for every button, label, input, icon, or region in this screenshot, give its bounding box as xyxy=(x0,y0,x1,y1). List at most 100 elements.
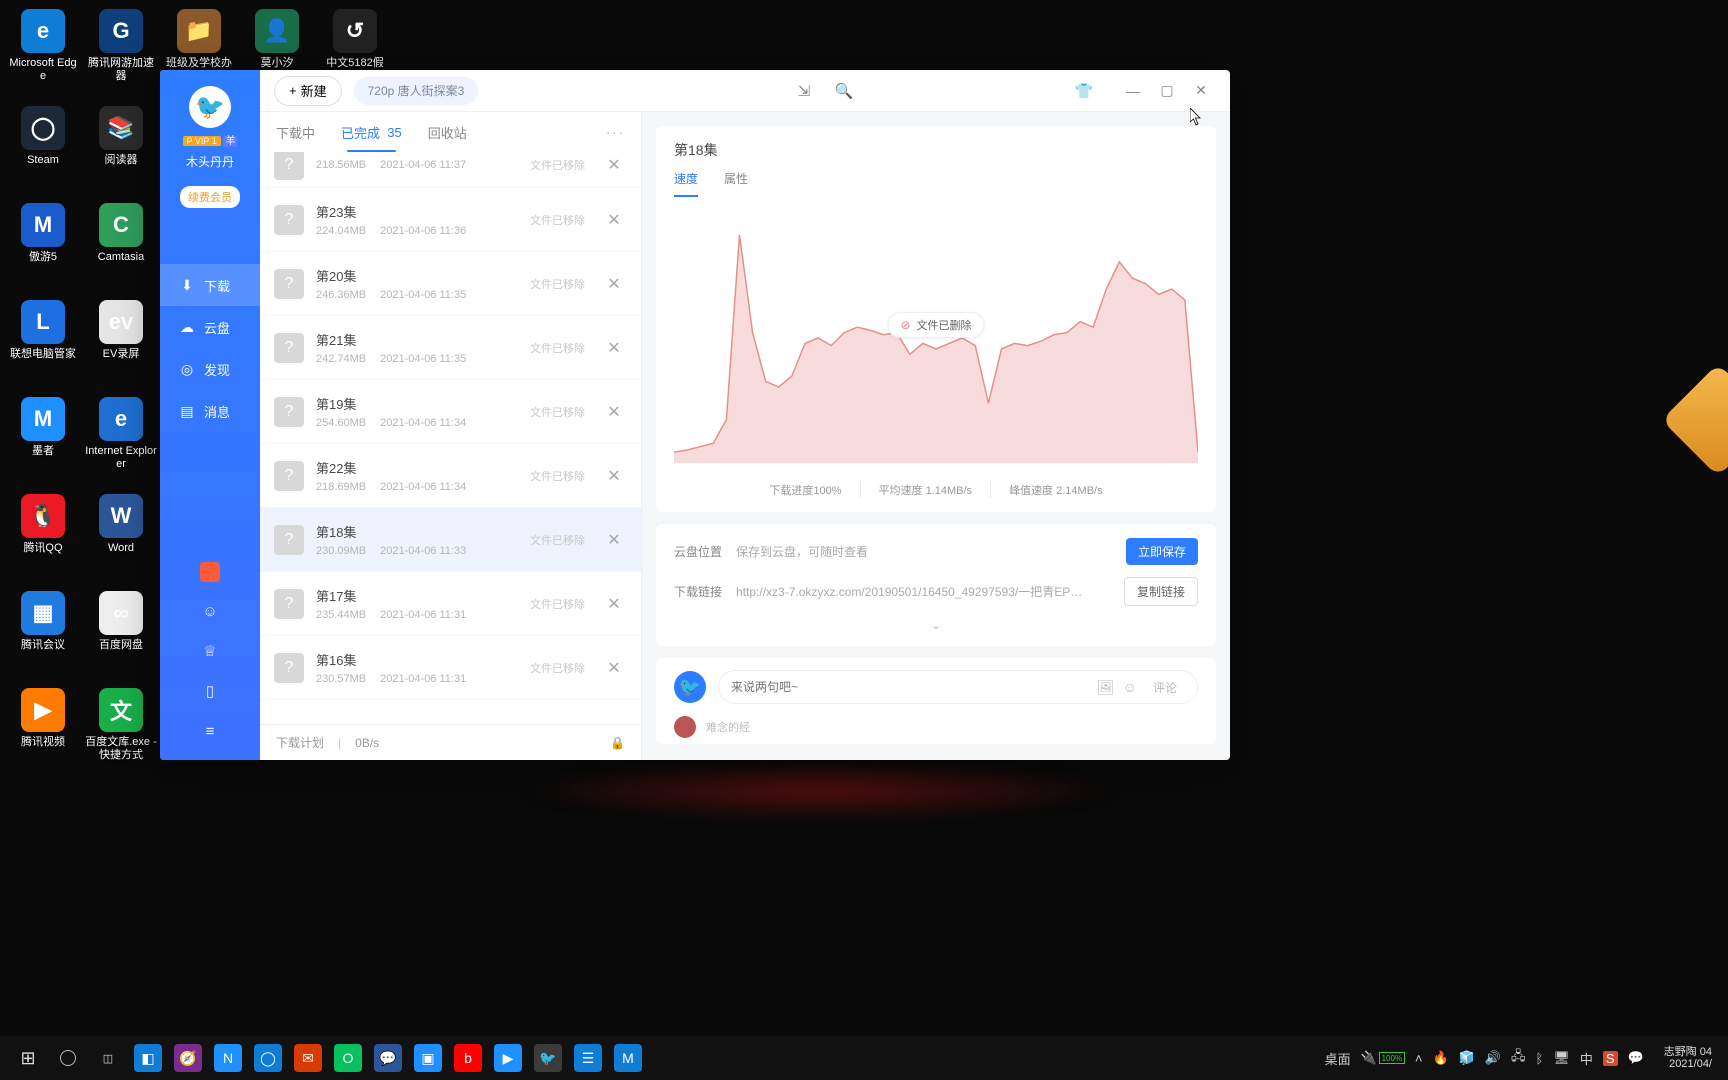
tray-volume-icon[interactable]: 🔊 xyxy=(1485,1050,1501,1066)
download-row[interactable]: ? 第16集 230.57MB2021-04-06 11:31 文件已移除 ✕ xyxy=(260,636,641,700)
search-icon[interactable]: 🔍 xyxy=(830,77,858,105)
desktop-icon[interactable]: evEV录屏 xyxy=(83,296,159,391)
taskbar-clock[interactable]: 志野陶 04 2021/04/ xyxy=(1664,1046,1712,1070)
download-row[interactable]: ? 第23集 224.04MB2021-04-06 11:36 文件已移除 ✕ xyxy=(260,188,641,252)
image-icon[interactable]: 🖼 xyxy=(1097,679,1115,696)
row-delete-icon[interactable]: ✕ xyxy=(603,529,625,551)
taskbar-app[interactable]: N xyxy=(208,1038,248,1078)
search-pill[interactable]: 720p 唐人街探案3 xyxy=(354,77,479,105)
download-row[interactable]: ? 第22集 218.69MB2021-04-06 11:34 文件已移除 ✕ xyxy=(260,444,641,508)
nav-item[interactable]: ◎发现 xyxy=(160,348,260,390)
taskbar-app[interactable]: b xyxy=(448,1038,488,1078)
row-delete-icon[interactable]: ✕ xyxy=(603,337,625,359)
download-row[interactable]: ? 218.56MB2021-04-06 11:37 文件已移除 ✕ xyxy=(260,152,641,188)
taskbar-app[interactable]: 💬 xyxy=(368,1038,408,1078)
desktop-icon[interactable]: eInternet Explorer xyxy=(83,393,159,488)
save-cloud-button[interactable]: 立即保存 xyxy=(1126,538,1198,565)
tray-app2-icon[interactable]: 🧊 xyxy=(1459,1050,1475,1066)
start-button[interactable]: ⊞ xyxy=(8,1038,48,1078)
taskbar-app[interactable]: O xyxy=(328,1038,368,1078)
taskbar-app[interactable]: M xyxy=(608,1038,648,1078)
row-delete-icon[interactable]: ✕ xyxy=(603,465,625,487)
tray-bluetooth-icon[interactable]: ᛒ xyxy=(1536,1051,1544,1066)
desktop-icon[interactable]: 📚阅读器 xyxy=(83,102,159,197)
row-delete-icon[interactable]: ✕ xyxy=(603,593,625,615)
minimize-button[interactable]: ― xyxy=(1118,76,1148,106)
desktop-icon[interactable]: M墨者 xyxy=(5,393,81,488)
taskbar-app[interactable]: ☰ xyxy=(568,1038,608,1078)
nav-item[interactable]: ☁云盘 xyxy=(160,306,260,348)
detail-tab-props[interactable]: 属性 xyxy=(724,170,748,197)
desktop-icon[interactable]: L联想电脑管家 xyxy=(5,296,81,391)
row-delete-icon[interactable]: ✕ xyxy=(603,273,625,295)
tray-chevron-icon[interactable]: ˄ xyxy=(1415,1051,1423,1066)
tray-network-icon[interactable]: 🖧 xyxy=(1511,1047,1526,1069)
taskbar-app[interactable]: ◧ xyxy=(128,1038,168,1078)
desktop-icon[interactable]: M傲游5 xyxy=(5,199,81,294)
tray-notifications-icon[interactable]: 💬 xyxy=(1628,1050,1644,1066)
taskbar-app[interactable]: ◯ xyxy=(248,1038,288,1078)
download-list[interactable]: ? 218.56MB2021-04-06 11:37 文件已移除 ✕ ? 第23… xyxy=(260,152,641,724)
desktop[interactable]: eMicrosoft EdgeG腾讯网游加速器📁班级及学校办👤莫小汐↺中文518… xyxy=(0,0,1728,1080)
comment-button[interactable]: 评论 xyxy=(1145,679,1185,696)
desktop-icon[interactable]: ∞百度网盘 xyxy=(83,587,159,682)
tab-recycle[interactable]: 回收站 xyxy=(428,112,467,152)
row-delete-icon[interactable]: ✕ xyxy=(603,154,625,176)
download-row[interactable]: ? 第17集 235.44MB2021-04-06 11:31 文件已移除 ✕ xyxy=(260,572,641,636)
row-delete-icon[interactable]: ✕ xyxy=(603,401,625,423)
comment-input[interactable] xyxy=(731,680,1089,694)
desktop-icon[interactable]: ▦腾讯会议 xyxy=(5,587,81,682)
close-button[interactable]: ✕ xyxy=(1186,76,1216,106)
download-row[interactable]: ? 第18集 230.09MB2021-04-06 11:33 文件已移除 ✕ xyxy=(260,508,641,572)
emoji-icon[interactable]: ☺ xyxy=(1123,679,1137,695)
comment-input-wrap[interactable]: 🖼 ☺ 评论 xyxy=(718,670,1198,704)
link-value[interactable]: http://xz3-7.okzyxz.com/20190501/16450_4… xyxy=(736,583,1110,600)
tray-battery[interactable]: 🔌100% xyxy=(1361,1050,1405,1066)
plan-label[interactable]: 下载计划 xyxy=(276,734,324,751)
renew-button[interactable]: 续费会员 xyxy=(180,186,240,208)
tray-ime[interactable]: 中 xyxy=(1580,1049,1593,1068)
tab-downloading[interactable]: 下载中 xyxy=(276,112,315,152)
skin-icon[interactable]: 👕 xyxy=(1070,77,1098,105)
taskbar-app[interactable]: ✉ xyxy=(288,1038,328,1078)
desktop-icon[interactable]: eMicrosoft Edge xyxy=(5,5,81,100)
new-button[interactable]: +新建 xyxy=(274,76,342,106)
taskbar-app[interactable]: 🧭 xyxy=(168,1038,208,1078)
sidebar-crown-icon[interactable]: ♕ xyxy=(199,640,221,662)
download-row[interactable]: ? 第20集 246.36MB2021-04-06 11:35 文件已移除 ✕ xyxy=(260,252,641,316)
download-row[interactable]: ? 第19集 254.60MB2021-04-06 11:34 文件已移除 ✕ xyxy=(260,380,641,444)
tab-more-icon[interactable]: ··· xyxy=(606,125,625,140)
tray-display-icon[interactable]: 🖥 xyxy=(1553,1050,1570,1066)
taskbar-app[interactable]: ▣ xyxy=(408,1038,448,1078)
desktop-icon[interactable]: G腾讯网游加速器 xyxy=(83,5,159,100)
row-delete-icon[interactable]: ✕ xyxy=(603,209,625,231)
sidebar-menu-icon[interactable]: ≡ xyxy=(199,720,221,742)
nav-item[interactable]: ⬇下载 xyxy=(160,264,260,306)
sidebar-phone-icon[interactable]: ▯ xyxy=(199,680,221,702)
maximize-button[interactable]: ▢ xyxy=(1152,76,1182,106)
tray-desktop[interactable]: 桌面 xyxy=(1325,1049,1351,1068)
download-row[interactable]: ? 第21集 242.74MB2021-04-06 11:35 文件已移除 ✕ xyxy=(260,316,641,380)
lock-icon[interactable]: 🔒 xyxy=(610,736,625,750)
taskbar-app[interactable]: 🐦 xyxy=(528,1038,568,1078)
avatar[interactable]: 🐦 xyxy=(189,86,231,128)
detail-tab-speed[interactable]: 速度 xyxy=(674,170,698,197)
desktop-icon[interactable]: CCamtasia xyxy=(83,199,159,294)
taskbar[interactable]: ⊞ ◫ ◧🧭N◯✉O💬▣b▶🐦☰M 桌面 🔌100% ˄ 🔥 🧊 🔊 🖧 ᛒ 🖥… xyxy=(0,1036,1728,1080)
remote-download-icon[interactable]: ⇲ xyxy=(790,77,818,105)
desktop-icon[interactable]: 文百度文库.exe - 快捷方式 xyxy=(83,684,159,779)
desktop-icon[interactable]: WWord xyxy=(83,490,159,585)
row-delete-icon[interactable]: ✕ xyxy=(603,657,625,679)
copy-link-button[interactable]: 复制链接 xyxy=(1124,577,1198,606)
nav-item[interactable]: ▤消息 xyxy=(160,390,260,432)
taskbar-app[interactable]: ▶ xyxy=(488,1038,528,1078)
desktop-icon[interactable]: 🐧腾讯QQ xyxy=(5,490,81,585)
desktop-icon[interactable]: ◯Steam xyxy=(5,102,81,197)
tray-app1-icon[interactable]: 🔥 xyxy=(1432,1050,1448,1066)
tab-completed[interactable]: 已完成 35 xyxy=(341,112,402,152)
expand-icon[interactable]: ⌄ xyxy=(674,618,1198,632)
sidebar-media-icon[interactable]: ☺ xyxy=(199,600,221,622)
tray-sogou-icon[interactable]: S xyxy=(1603,1051,1618,1066)
desktop-icon[interactable]: ▶腾讯视频 xyxy=(5,684,81,779)
sidebar-game-icon[interactable] xyxy=(200,562,220,582)
